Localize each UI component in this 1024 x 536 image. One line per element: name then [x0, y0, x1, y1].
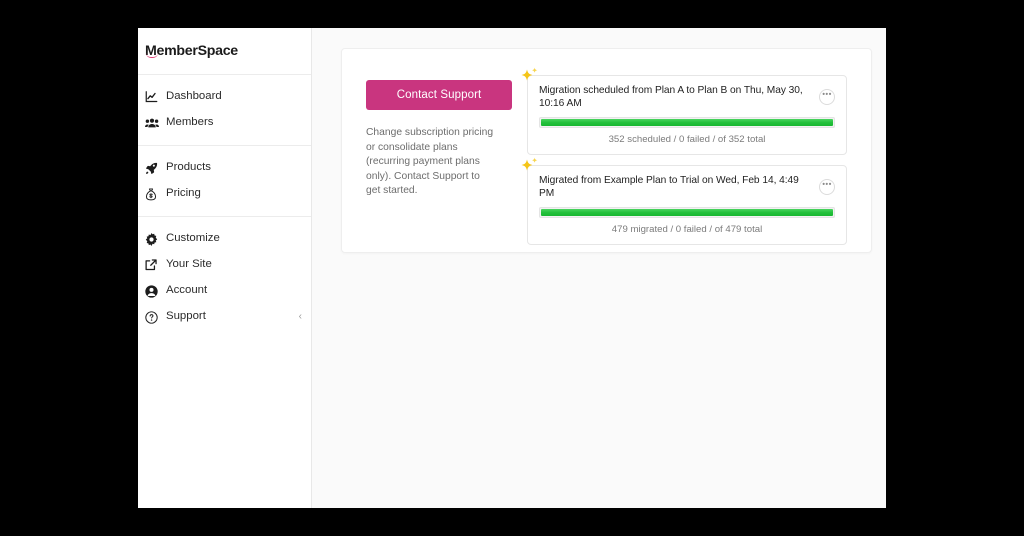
sidebar-item-account[interactable]: Account: [138, 278, 311, 304]
migration-card: Migration scheduled from Plan A to Plan …: [521, 67, 847, 155]
sidebar-item-label: Your Site: [166, 258, 212, 271]
chevron-left-icon[interactable]: ‹: [299, 312, 302, 322]
sidebar-item-support[interactable]: Support ‹: [138, 304, 311, 330]
sidebar-item-customize[interactable]: Customize: [138, 226, 311, 252]
kebab-dots-icon: •••: [822, 179, 832, 189]
brand-logo[interactable]: MemberSpace: [138, 28, 311, 74]
user-circle-icon: [145, 283, 162, 299]
rocket-icon: [145, 160, 162, 176]
migration-kebab-menu-button[interactable]: •••: [819, 89, 835, 105]
migration-title: Migrated from Example Plan to Trial on W…: [539, 175, 799, 199]
migration-stats: 352 scheduled / 0 failed / of 352 total: [608, 134, 766, 145]
external-link-icon: [145, 257, 162, 273]
question-circle-icon: [145, 309, 162, 325]
sidebar-item-products[interactable]: Products: [138, 155, 311, 181]
migration-card-header: Migrated from Example Plan to Trial on W…: [539, 174, 835, 200]
sidebar-group-primary: Dashboard Members: [138, 74, 311, 145]
sidebar-group-settings: Customize Your Site Account Support ‹: [138, 216, 311, 339]
sidebar-item-label: Products: [166, 161, 211, 174]
sidebar-item-dashboard[interactable]: Dashboard: [138, 84, 311, 110]
sidebar-item-label: Dashboard: [166, 90, 222, 103]
money-bag-icon: [145, 186, 162, 202]
chart-line-icon: [145, 89, 162, 105]
people-icon: [145, 115, 162, 131]
sidebar-item-pricing[interactable]: Pricing: [138, 181, 311, 207]
migration-progress-fill: [541, 119, 833, 126]
kebab-dots-icon: •••: [822, 89, 832, 99]
migration-progress-fill: [541, 209, 833, 216]
migration-list: Migration scheduled from Plan A to Plan …: [514, 67, 847, 245]
migration-progress-bar: [539, 117, 835, 128]
sidebar-item-label: Account: [166, 284, 208, 297]
contact-support-button[interactable]: Contact Support: [366, 80, 512, 110]
sidebar-item-label: Customize: [166, 232, 220, 245]
main-content: Contact Support Change subscription pric…: [312, 28, 886, 508]
migration-kebab-menu-button[interactable]: •••: [819, 179, 835, 195]
gear-icon: [145, 231, 162, 247]
sidebar-group-catalog: Products Pricing: [138, 145, 311, 216]
sidebar-item-members[interactable]: Members: [138, 110, 311, 136]
sidebar-item-label: Support: [166, 310, 206, 323]
screen: MemberSpace Dashboard Members Products P…: [0, 0, 1024, 536]
sidebar-item-label: Pricing: [166, 187, 201, 200]
migration-card-header: Migration scheduled from Plan A to Plan …: [539, 84, 835, 110]
app-window: MemberSpace Dashboard Members Products P…: [138, 28, 886, 508]
brand-logo-text: MemberSpace: [145, 43, 238, 59]
migration-stats: 479 migrated / 0 failed / of 479 total: [611, 224, 763, 235]
migration-title: Migration scheduled from Plan A to Plan …: [539, 85, 803, 109]
panel-left-column: Contact Support Change subscription pric…: [366, 71, 514, 230]
migration-card: Migrated from Example Plan to Trial on W…: [521, 157, 847, 245]
sidebar: MemberSpace Dashboard Members Products P…: [138, 28, 312, 508]
migrations-panel: Contact Support Change subscription pric…: [341, 48, 872, 253]
migration-progress-bar: [539, 207, 835, 218]
panel-description: Change subscription pricing or consolida…: [366, 127, 494, 197]
sidebar-item-your-site[interactable]: Your Site: [138, 252, 311, 278]
sidebar-item-label: Members: [166, 116, 214, 129]
